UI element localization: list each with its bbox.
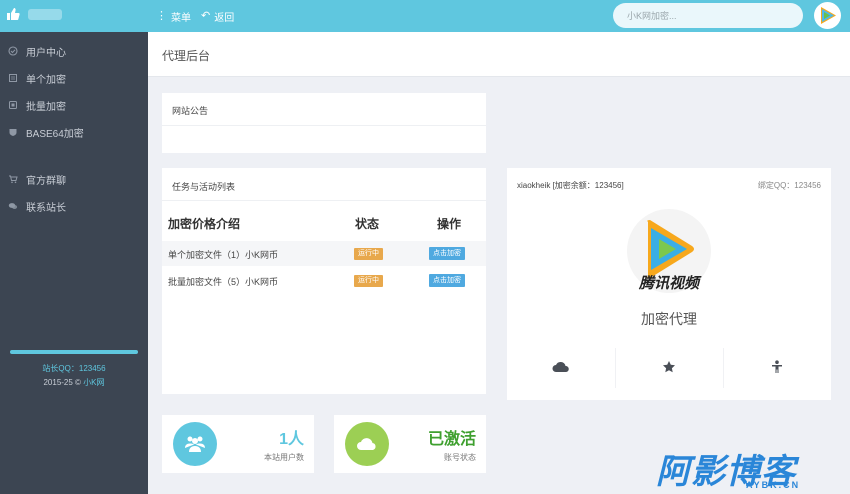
copyright-year: 2015-25 © [43,378,81,387]
chat-icon [8,201,18,211]
logo-text: 腾讯视频 [638,274,702,292]
bound-qq: 绑定QQ：123456 [757,181,821,190]
encrypt-button[interactable]: 点击加密 [429,274,465,287]
star-icon[interactable] [615,360,723,377]
shield-icon [8,127,18,137]
profile-logo: 腾讯视频 [626,208,712,294]
sidebar-item-base64-encrypt[interactable]: BASE64加密 [0,121,148,143]
column-header-price: 加密价格介绍 [168,217,241,231]
users-icon [173,422,217,466]
task-list-title: 任务与活动列表 [172,182,236,192]
row-name: 单个加密文件（1）小K网币 [168,250,279,260]
sidebar-item-official-group[interactable]: 官方群聊 [0,168,148,190]
column-header-status: 状态 [355,217,380,231]
sidebar-item-label: BASE64加密 [26,128,84,140]
user-circle-icon [8,46,18,56]
column-header-action: 操作 [437,217,462,231]
tencent-video-logo-icon [814,2,841,29]
notice-title: 网站公告 [172,106,209,116]
search-input[interactable] [613,3,803,28]
sidebar-item-label: 用户中心 [26,47,66,59]
watermark-sub: AYBK.CN [746,480,801,490]
divider [162,125,486,126]
site-name-blurred [28,8,62,20]
cart-icon [8,174,18,184]
tencent-video-logo-icon: 腾讯视频 [627,209,711,293]
thumbs-up-icon [6,7,22,21]
copyright: 2015-25 © 小K网 [0,377,148,388]
avatar[interactable] [814,2,841,29]
sidebar: 用户中心 单个加密 批量加密 BASE64加密 官方群聊 联系站长 站长QQ：1… [0,32,148,494]
watermark: 阿影博客 AYBK.CN [652,446,844,492]
task-list-card: 任务与活动列表 加密价格介绍 状态 操作 单个加密文件（1）小K网币 运行中 点… [162,168,486,394]
table-row: 批量加密文件（5）小K网币 运行中 点击加密 [162,268,486,293]
back-button[interactable]: ↶ 返回 [201,9,235,25]
stat-users-card: 1人 本站用户数 [162,415,314,473]
menu-dots-icon: ⋮ [156,10,167,22]
cloud-icon [345,422,389,466]
table-row: 单个加密文件（1）小K网币 运行中 点击加密 [162,241,486,266]
page-header: 代理后台 [148,32,850,77]
sidebar-item-contact-admin[interactable]: 联系站长 [0,195,148,217]
back-label: 返回 [214,13,235,24]
menu-label: 菜单 [171,13,191,24]
sidebar-item-label: 批量加密 [26,101,66,113]
sidebar-item-label: 单个加密 [26,74,66,86]
site-logo[interactable] [6,7,62,21]
sidebar-item-label: 官方群聊 [26,175,66,187]
sidebar-item-label: 联系站长 [26,202,66,214]
status-badge: 运行中 [354,275,383,287]
stat-value: 1人 [279,431,304,448]
stat-account-card: 已激活 账号状态 [334,415,486,473]
status-badge: 运行中 [354,248,383,260]
profile-card: xiaokheik [加密余额：123456] 绑定QQ：123456 腾讯视频… [507,168,831,400]
page-title: 代理后台 [162,49,211,63]
sidebar-item-single-encrypt[interactable]: 单个加密 [0,67,148,89]
stat-label: 本站用户数 [264,453,304,462]
encrypt-button[interactable]: 点击加密 [429,247,465,260]
notice-card: 网站公告 [162,93,486,153]
menu-button[interactable]: ⋮ 菜单 [156,9,191,25]
top-nav: ⋮ 菜单 ↶ 返回 [156,9,235,25]
row-name: 批量加密文件（5）小K网币 [168,277,279,287]
stat-label: 账号状态 [444,453,476,462]
stack-icon [8,100,18,110]
top-bar: ⋮ 菜单 ↶ 返回 [0,0,850,32]
user-balance: xiaokheik [加密余额：123456] [517,181,624,190]
sidebar-item-batch-encrypt[interactable]: 批量加密 [0,94,148,116]
stat-value: 已激活 [427,431,476,448]
divider [162,200,486,201]
cloud-icon[interactable] [507,360,615,376]
copyright-link[interactable]: 小K网 [83,378,104,387]
sidebar-progress-bar [10,350,138,354]
undo-arrow-icon: ↶ [201,10,211,22]
person-icon[interactable] [723,360,831,377]
admin-qq: 站长QQ：123456 [42,364,106,373]
agent-role: 加密代理 [641,311,697,327]
file-icon [8,73,18,83]
profile-actions [507,348,831,388]
sidebar-item-user-center[interactable]: 用户中心 [0,40,148,62]
